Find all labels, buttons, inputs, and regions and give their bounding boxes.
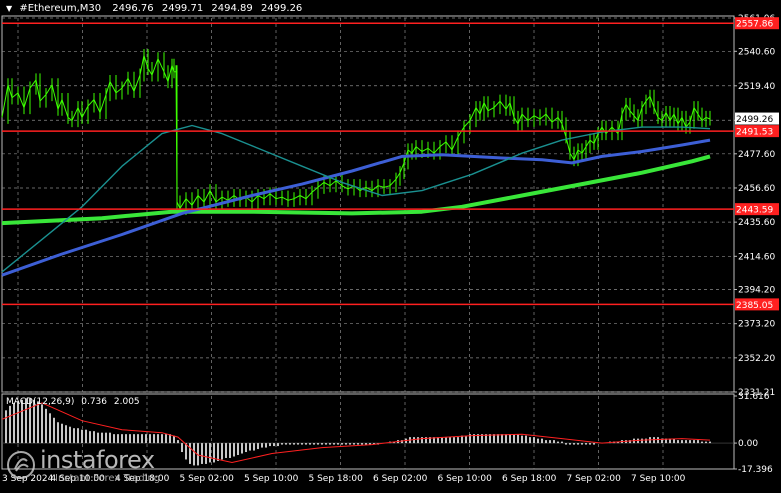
current-price-label: 2499.26 <box>736 115 773 125</box>
symbol-timeframe: #Ethereum,M30 <box>19 3 102 14</box>
y-tick-label: 2414.60 <box>738 252 775 262</box>
level-tag-label: 2443.59 <box>736 206 773 216</box>
macd-name: MACD(12,26,9) <box>6 397 75 407</box>
open-value: 2496.76 <box>112 3 154 14</box>
x-tick-label: 7 Sep 10:00 <box>631 474 686 484</box>
macd-label: MACD(12,26,9) 0.736 2.005 <box>6 397 144 407</box>
y-tick-label: 2477.60 <box>738 150 775 160</box>
y-tick-label: 2456.60 <box>738 184 775 194</box>
moving-average-line-2 <box>1 138 711 277</box>
watermark-tagline: Instant Forex Trading <box>55 473 161 484</box>
chart-area: 3 Sep 2024 4 Sep 10:00 4 Sep 18:00 5 Sep 02… <box>0 0 781 489</box>
y-tick-label: 2394.20 <box>738 286 775 296</box>
price-panel-frame <box>1 15 735 393</box>
y-tick-label: 2540.60 <box>738 47 775 57</box>
macd-y-tick-label: 31.616 <box>738 392 770 402</box>
x-tick-label: 6 Sep 10:00 <box>438 474 493 484</box>
macd-y-tick-label: 0.00 <box>738 439 758 449</box>
x-tick-label: 5 Sep 18:00 <box>309 474 364 484</box>
chart-header: ▼ #Ethereum,M30 2496.76 2499.71 2494.89 … <box>6 3 307 14</box>
x-tick-label: 5 Sep 02:00 <box>180 474 235 484</box>
chart-canvas: 3 Sep 20244 Sep 10:00 4 Sep 18:00 5 Sep 02… <box>1 14 779 484</box>
watermark: instaforex Instant Forex Trading <box>6 446 186 488</box>
moving-average-line-1 <box>1 154 711 226</box>
moving-average-line-3 <box>1 124 711 273</box>
x-tick-label: 5 Sep 10:00 <box>244 474 299 484</box>
x-tick-label: 6 Sep 02:00 <box>373 474 428 484</box>
y-tick-label: 2435.60 <box>738 218 775 228</box>
close-value: 2499.26 <box>260 3 303 14</box>
x-tick-label: 7 Sep 02:00 <box>567 474 622 484</box>
instaforex-logo-icon <box>7 451 35 479</box>
level-tag-label: 2557.86 <box>736 20 773 30</box>
macd-signal-value: 2.005 <box>113 397 140 407</box>
level-tag-label: 2491.53 <box>736 128 773 138</box>
macd-main-value: 0.736 <box>81 397 107 407</box>
macd-y-tick-label: -17.396 <box>738 465 773 475</box>
level-tag-label: 2385.05 <box>736 301 773 311</box>
x-tick-label: 6 Sep 18:00 <box>502 474 557 484</box>
y-tick-label: 2352.20 <box>738 354 775 364</box>
high-value: 2499.71 <box>161 3 204 14</box>
y-tick-label: 2519.40 <box>738 82 775 92</box>
y-tick-label: 2373.20 <box>738 320 775 330</box>
watermark-brand: instaforex <box>40 446 155 474</box>
low-value: 2494.89 <box>211 3 253 14</box>
collapse-triangle-icon[interactable]: ▼ <box>6 4 12 13</box>
